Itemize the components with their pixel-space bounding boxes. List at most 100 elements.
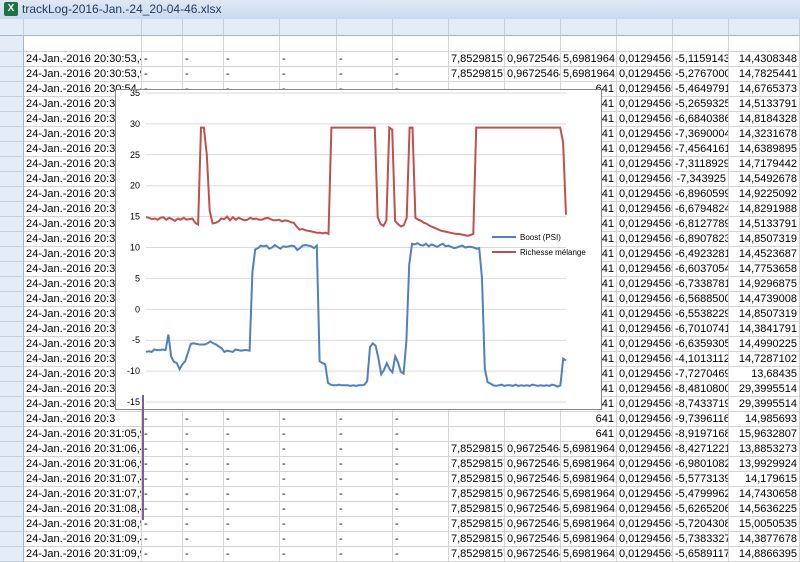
table-cell[interactable]: - [183, 67, 224, 82]
table-cell[interactable]: - [393, 412, 449, 427]
row-header[interactable] [0, 82, 24, 97]
table-cell[interactable]: 5,69819641 [561, 442, 617, 457]
table-cell[interactable]: - [337, 532, 393, 547]
table-cell[interactable]: - [337, 412, 393, 427]
row-header[interactable] [0, 277, 24, 292]
table-cell[interactable]: -5,46497917 [673, 82, 729, 97]
table-cell[interactable]: 13,68435 [729, 367, 800, 382]
table-cell[interactable]: -5,5773139 [673, 472, 729, 487]
header-cell-f[interactable] [280, 36, 337, 52]
table-cell[interactable]: - [224, 427, 280, 442]
table-cell[interactable]: - [393, 532, 449, 547]
table-cell[interactable]: -6,89605999 [673, 187, 729, 202]
table-cell[interactable]: 0,01294565 [617, 292, 673, 307]
table-cell[interactable]: -6,67948246 [673, 202, 729, 217]
table-cell[interactable]: - [280, 502, 337, 517]
table-cell[interactable]: 14,8507319 [729, 307, 800, 322]
table-cell[interactable]: - [224, 517, 280, 532]
table-cell[interactable]: - [142, 502, 183, 517]
row-header[interactable] [0, 472, 24, 487]
row-header[interactable] [0, 262, 24, 277]
row-header[interactable] [0, 352, 24, 367]
table-cell[interactable]: 14,7287102 [729, 352, 800, 367]
row-header[interactable] [0, 247, 24, 262]
header-cell-g[interactable] [337, 36, 393, 52]
table-cell[interactable]: - [183, 487, 224, 502]
table-cell[interactable]: -6,98010826 [673, 457, 729, 472]
table-cell[interactable]: 24-Jan.-2016 20:31:06,474 [24, 442, 142, 457]
table-cell[interactable]: - [224, 52, 280, 67]
table-cell[interactable]: 0,01294565 [617, 202, 673, 217]
table-cell[interactable]: -6,55382299 [673, 307, 729, 322]
header-cell-b[interactable] [24, 36, 142, 52]
table-cell[interactable]: 14,5492678 [729, 172, 800, 187]
table-cell[interactable]: -6,49232817 [673, 247, 729, 262]
table-cell[interactable]: - [183, 532, 224, 547]
table-cell[interactable]: - [393, 457, 449, 472]
row-header[interactable] [0, 307, 24, 322]
table-cell[interactable]: 5,69819641 [561, 472, 617, 487]
table-cell[interactable]: 641 [561, 427, 617, 442]
row-header[interactable] [0, 217, 24, 232]
table-cell[interactable]: 14,4739008 [729, 292, 800, 307]
table-cell[interactable]: 0,01294565 [617, 142, 673, 157]
table-cell[interactable]: - [224, 472, 280, 487]
table-cell[interactable]: 14,4990225 [729, 337, 800, 352]
table-cell[interactable]: - [337, 517, 393, 532]
table-cell[interactable]: 14,7179442 [729, 157, 800, 172]
table-cell[interactable]: - [337, 67, 393, 82]
table-cell[interactable]: - [393, 427, 449, 442]
table-cell[interactable]: 0,01294565 [617, 187, 673, 202]
table-cell[interactable]: - [280, 427, 337, 442]
table-cell[interactable]: 14,8507319 [729, 232, 800, 247]
table-cell[interactable]: 0,01294565 [617, 517, 673, 532]
table-cell[interactable]: 5,69819641 [561, 52, 617, 67]
table-cell[interactable]: 14,8291988 [729, 202, 800, 217]
table-cell[interactable]: - [337, 52, 393, 67]
table-cell[interactable]: -6,56885004 [673, 292, 729, 307]
table-cell[interactable]: 0,96725464 [505, 52, 561, 67]
table-cell[interactable]: 5,69819641 [561, 457, 617, 472]
table-cell[interactable]: 24-Jan.-2016 20:31:07,975 [24, 487, 142, 502]
table-cell[interactable]: - [393, 517, 449, 532]
table-cell[interactable]: 0,01294565 [617, 232, 673, 247]
table-cell[interactable]: - [224, 457, 280, 472]
table-cell[interactable]: - [393, 502, 449, 517]
table-cell[interactable]: -5,4799962 [673, 487, 729, 502]
table-cell[interactable]: - [224, 442, 280, 457]
table-cell[interactable]: 0,01294565 [617, 457, 673, 472]
table-cell[interactable]: 0,01294565 [617, 472, 673, 487]
table-cell[interactable]: 7,85298157 [449, 67, 505, 82]
table-cell[interactable]: 24-Jan.-2016 20:31:08,473 [24, 502, 142, 517]
table-cell[interactable]: -6,60370541 [673, 262, 729, 277]
column-header-f[interactable] [280, 19, 337, 36]
table-cell[interactable]: 0,01294565 [617, 277, 673, 292]
table-cell[interactable]: 14,5133791 [729, 217, 800, 232]
row-header[interactable] [0, 442, 24, 457]
table-cell[interactable]: - [183, 427, 224, 442]
table-cell[interactable]: - [183, 547, 224, 562]
table-cell[interactable]: - [393, 472, 449, 487]
header-cell-h[interactable] [393, 36, 449, 52]
column-header-e[interactable] [224, 19, 280, 36]
table-cell[interactable]: - [224, 532, 280, 547]
table-cell[interactable]: 13,9929924 [729, 457, 800, 472]
table-cell[interactable]: 0,01294565 [617, 172, 673, 187]
table-cell[interactable]: 7,85298157 [449, 502, 505, 517]
row-header[interactable] [0, 382, 24, 397]
table-cell[interactable]: - [224, 502, 280, 517]
table-cell[interactable]: - [142, 532, 183, 547]
table-cell[interactable]: 0,01294565 [617, 442, 673, 457]
table-cell[interactable]: - [280, 547, 337, 562]
table-cell[interactable]: - [224, 412, 280, 427]
table-cell[interactable]: - [224, 547, 280, 562]
table-cell[interactable]: 0,01294565 [617, 82, 673, 97]
table-cell[interactable]: 0,01294565 [617, 502, 673, 517]
table-cell[interactable]: 0,96725464 [505, 517, 561, 532]
table-cell[interactable]: - [183, 52, 224, 67]
table-cell[interactable]: - [393, 442, 449, 457]
table-cell[interactable]: 14,7825441 [729, 67, 800, 82]
row-header[interactable] [0, 457, 24, 472]
table-cell[interactable]: 0,01294565 [617, 262, 673, 277]
table-cell[interactable]: -4,10131121 [673, 352, 729, 367]
